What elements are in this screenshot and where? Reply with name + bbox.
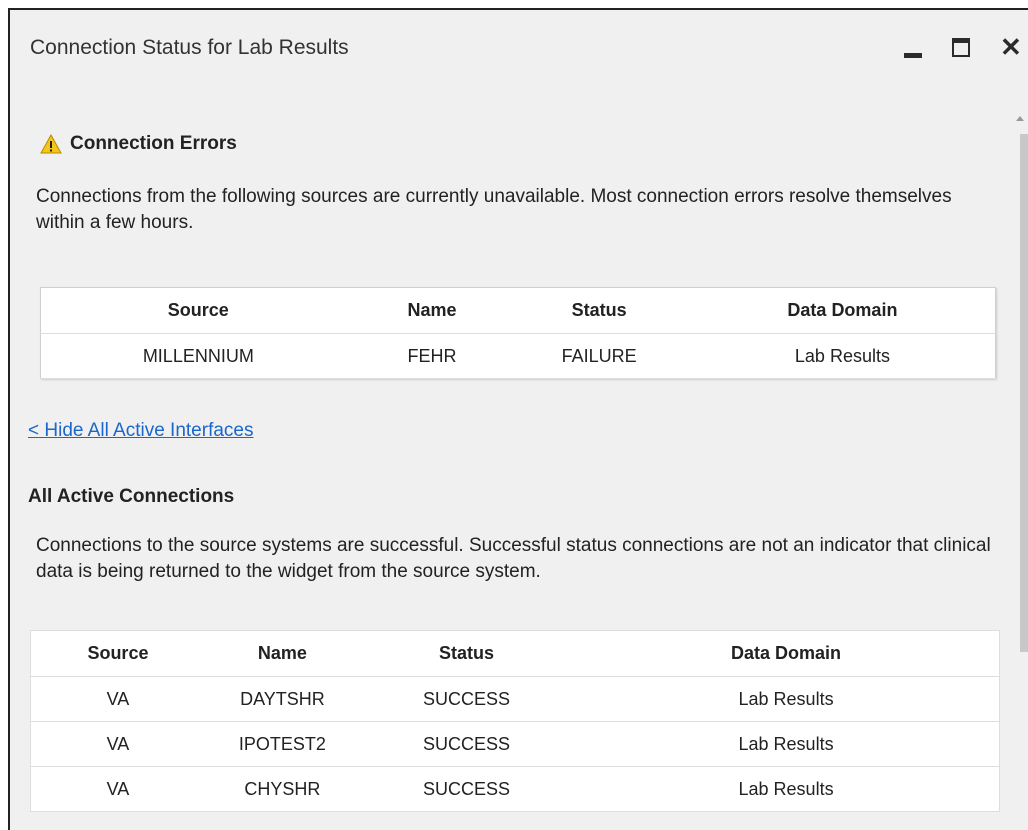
- maximize-icon: [952, 38, 970, 57]
- table-row[interactable]: VA DAYTSHR SUCCESS Lab Results: [30, 676, 1000, 722]
- connection-status-dialog: Connection Status for Lab Results ✕ Conn…: [8, 8, 1028, 830]
- table-header-row: Source Name Status Data Domain: [40, 287, 996, 334]
- scroll-thumb[interactable]: [1020, 134, 1028, 652]
- cell-source: VA: [30, 766, 205, 812]
- column-header-source[interactable]: Source: [40, 287, 356, 334]
- cell-source: MILLENNIUM: [40, 333, 356, 379]
- connection-errors-table: Source Name Status Data Domain MILLENNIU…: [40, 287, 996, 379]
- scroll-up-arrow-icon[interactable]: [1016, 116, 1024, 121]
- table-header-row: Source Name Status Data Domain: [30, 630, 1000, 677]
- column-header-status[interactable]: Status: [359, 630, 574, 677]
- close-button[interactable]: ✕: [994, 32, 1024, 64]
- cell-status: SUCCESS: [359, 676, 574, 722]
- cell-source: VA: [30, 721, 205, 767]
- minimize-button[interactable]: [898, 34, 928, 64]
- active-connections-heading: All Active Connections: [28, 486, 235, 507]
- active-connections-table: Source Name Status Data Domain VA DAYTSH…: [30, 630, 1000, 812]
- cell-status: SUCCESS: [359, 721, 574, 767]
- cell-status: FAILURE: [508, 333, 690, 379]
- title-bar[interactable]: Connection Status for Lab Results ✕: [10, 10, 1028, 80]
- cell-data-domain: Lab Results: [573, 721, 1000, 767]
- cell-status: SUCCESS: [359, 766, 574, 812]
- maximize-button[interactable]: [946, 34, 976, 64]
- column-header-status[interactable]: Status: [508, 287, 690, 334]
- table-row[interactable]: VA IPOTEST2 SUCCESS Lab Results: [30, 721, 1000, 767]
- cell-data-domain: Lab Results: [689, 333, 996, 379]
- cell-name: FEHR: [355, 333, 509, 379]
- hide-active-interfaces-link[interactable]: < Hide All Active Interfaces: [28, 420, 253, 442]
- warning-icon: [40, 134, 62, 154]
- dialog-title: Connection Status for Lab Results: [30, 36, 349, 59]
- cell-data-domain: Lab Results: [573, 766, 1000, 812]
- cell-name: IPOTEST2: [204, 721, 360, 767]
- table-row[interactable]: VA CHYSHR SUCCESS Lab Results: [30, 766, 1000, 812]
- vertical-scrollbar[interactable]: [1010, 110, 1028, 830]
- column-header-name[interactable]: Name: [204, 630, 360, 677]
- close-icon: ✕: [1000, 32, 1022, 62]
- column-header-data-domain[interactable]: Data Domain: [573, 630, 1000, 677]
- column-header-data-domain[interactable]: Data Domain: [689, 287, 996, 334]
- column-header-name[interactable]: Name: [355, 287, 509, 334]
- table-row[interactable]: MILLENNIUM FEHR FAILURE Lab Results: [40, 333, 996, 379]
- connection-errors-title: Connection Errors: [70, 133, 237, 154]
- cell-name: DAYTSHR: [204, 676, 360, 722]
- minimize-icon: [904, 53, 922, 58]
- active-connections-description: Connections to the source systems are su…: [36, 535, 991, 582]
- cell-name: CHYSHR: [204, 766, 360, 812]
- column-header-source[interactable]: Source: [30, 630, 205, 677]
- connection-errors-description: Connections from the following sources a…: [36, 186, 952, 233]
- cell-source: VA: [30, 676, 205, 722]
- connection-errors-heading: Connection Errors: [40, 133, 237, 155]
- cell-data-domain: Lab Results: [573, 676, 1000, 722]
